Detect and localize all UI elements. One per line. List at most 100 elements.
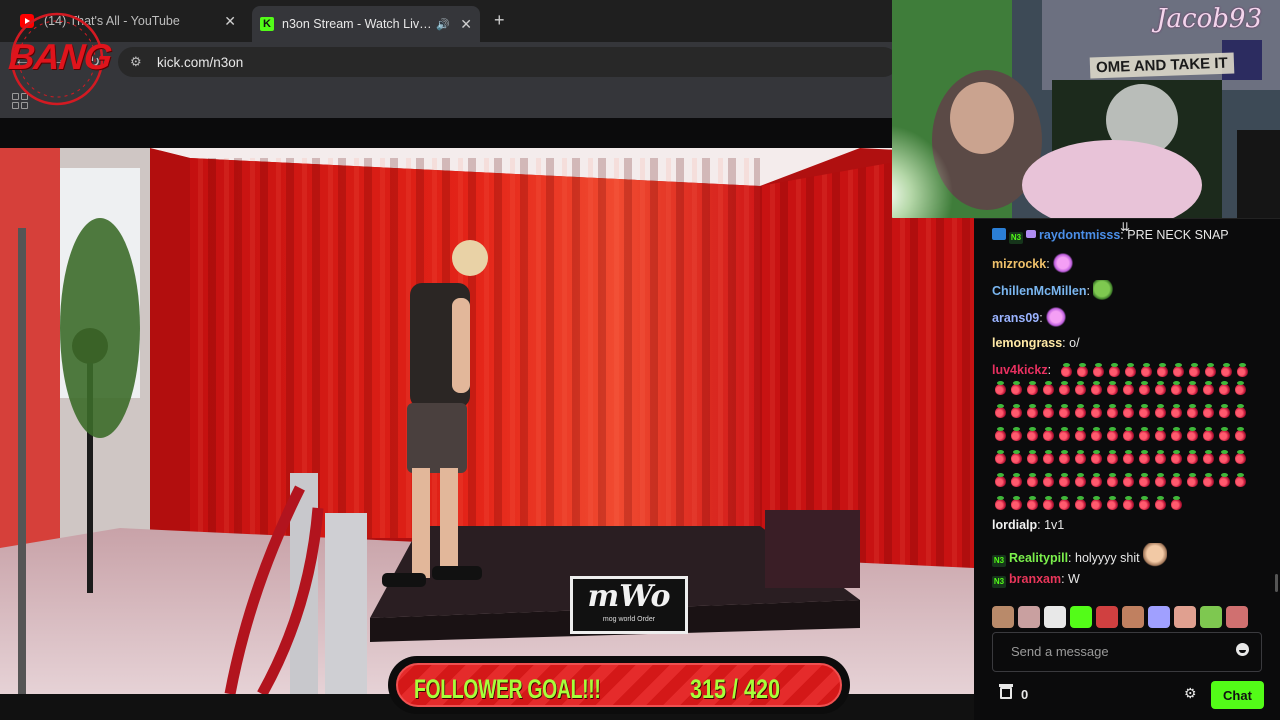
new-tab-icon[interactable]: + bbox=[494, 10, 505, 31]
strawberry-emote-icon bbox=[1219, 473, 1230, 487]
quick-emote-icon[interactable] bbox=[1096, 606, 1118, 628]
video-player[interactable]: mWo mog world Order bbox=[0, 148, 974, 694]
close-icon[interactable]: ✕ bbox=[460, 16, 472, 33]
strawberry-emote-icon bbox=[1011, 427, 1022, 441]
face-emote-icon bbox=[1142, 543, 1167, 567]
strawberry-emote-icon bbox=[995, 450, 1006, 464]
chat-scrollbar[interactable] bbox=[1275, 574, 1278, 592]
browser-tab-bar: (14) That's All - YouTube ✕ K n3on Strea… bbox=[0, 0, 892, 42]
bookmarks-bar bbox=[0, 82, 892, 118]
quick-emote-icon[interactable] bbox=[1122, 606, 1144, 628]
strawberry-emote-icon bbox=[1205, 363, 1216, 377]
chat-message: N3 raydontmisss: PRE NECK SNAP bbox=[992, 226, 1274, 244]
chat-username[interactable]: ChillenMcMillen bbox=[992, 284, 1086, 298]
strawberry-emote-icon bbox=[1125, 363, 1136, 377]
chat-message: lemongrass: o/ bbox=[992, 334, 1274, 352]
strawberry-emote-grid bbox=[992, 363, 1254, 519]
strawberry-emote-icon bbox=[1203, 473, 1214, 487]
bang-logo: BANG bbox=[4, 10, 113, 108]
strawberry-emote-icon bbox=[1123, 427, 1134, 441]
tab-title: n3on Stream - Watch Live on Kick bbox=[282, 17, 436, 31]
chat-message: N3 Realitypill: holyyyy shit bbox=[992, 543, 1274, 567]
close-icon[interactable]: ✕ bbox=[224, 13, 236, 30]
strawberry-emote-icon bbox=[1141, 363, 1152, 377]
strawberry-emote-icon bbox=[1061, 363, 1072, 377]
strawberry-emote-icon bbox=[1203, 381, 1214, 395]
chat-username[interactable]: branxam bbox=[1009, 572, 1061, 586]
chat-username[interactable]: lordialp bbox=[992, 518, 1037, 532]
strawberry-emote-icon bbox=[1219, 427, 1230, 441]
chat-message: mizrockk: bbox=[992, 253, 1274, 273]
strawberry-emote-icon bbox=[1027, 473, 1038, 487]
strawberry-emote-icon bbox=[1011, 496, 1022, 510]
strawberry-emote-icon bbox=[1155, 381, 1166, 395]
strawberry-emote-icon bbox=[1187, 381, 1198, 395]
strawberry-emote-icon bbox=[1155, 450, 1166, 464]
strawberry-emote-icon bbox=[995, 404, 1006, 418]
emoji-icon[interactable] bbox=[1236, 643, 1249, 656]
strawberry-emote-icon bbox=[1187, 473, 1198, 487]
strawberry-emote-icon bbox=[1107, 496, 1118, 510]
strawberry-emote-icon bbox=[1043, 496, 1054, 510]
gift-icon[interactable] bbox=[999, 684, 1013, 699]
strawberry-emote-icon bbox=[1091, 450, 1102, 464]
speaker-icon[interactable]: 🔊 bbox=[436, 18, 450, 31]
strawberry-emote-icon bbox=[1027, 450, 1038, 464]
tab-kick[interactable]: K n3on Stream - Watch Live on Kick 🔊 ✕ bbox=[252, 6, 480, 42]
strawberry-emote-icon bbox=[1171, 450, 1182, 464]
strawberry-emote-icon bbox=[1027, 496, 1038, 510]
follower-goal-bar: FOLLOWER GOAL!!! 315 / 420 bbox=[388, 656, 850, 714]
chat-message-input[interactable] bbox=[993, 633, 1223, 669]
url-text[interactable]: kick.com/n3on bbox=[157, 55, 243, 70]
strawberry-emote-icon bbox=[1139, 473, 1150, 487]
strawberry-emote-icon bbox=[1221, 363, 1232, 377]
strawberry-emote-icon bbox=[1043, 473, 1054, 487]
strawberry-emote-icon bbox=[1171, 404, 1182, 418]
chat-username[interactable]: raydontmisss bbox=[1039, 228, 1120, 242]
strawberry-emote-icon bbox=[1027, 381, 1038, 395]
strawberry-emote-icon bbox=[1043, 427, 1054, 441]
streamer-name-overlay: Jacob93 bbox=[1156, 4, 1262, 34]
gear-icon[interactable]: ⚙ bbox=[1184, 685, 1197, 702]
page-header-strip bbox=[0, 118, 974, 148]
stream-scene bbox=[0, 148, 974, 694]
quick-emote-icon[interactable] bbox=[992, 606, 1014, 628]
strawberry-emote-icon bbox=[1093, 363, 1104, 377]
strawberry-emote-icon bbox=[1059, 427, 1070, 441]
quick-emote-icon[interactable] bbox=[1174, 606, 1196, 628]
strawberry-emote-icon bbox=[1235, 473, 1246, 487]
quick-emote-icon[interactable] bbox=[1148, 606, 1170, 628]
n3-badge-icon: N3 bbox=[992, 555, 1006, 567]
strawberry-emote-icon bbox=[1219, 381, 1230, 395]
quick-emote-icon[interactable] bbox=[1044, 606, 1066, 628]
purple-badge-icon bbox=[1026, 230, 1036, 238]
chat-input-box[interactable] bbox=[992, 632, 1262, 672]
strawberry-emote-icon bbox=[1187, 427, 1198, 441]
strawberry-emote-icon bbox=[1123, 404, 1134, 418]
chat-message: lordialp: 1v1 bbox=[992, 516, 1274, 534]
chat-username[interactable]: lemongrass bbox=[992, 336, 1062, 350]
strawberry-emote-icon bbox=[1203, 404, 1214, 418]
quick-emote-icon[interactable] bbox=[1070, 606, 1092, 628]
chat-message: N3 branxam: W bbox=[992, 570, 1274, 588]
chat-text: : holyyyy shit bbox=[1068, 551, 1140, 565]
strawberry-emote-icon bbox=[1171, 473, 1182, 487]
address-bar[interactable]: ⚙ kick.com/n3on bbox=[118, 47, 898, 77]
strawberry-emote-icon bbox=[1059, 473, 1070, 487]
chat-text: : 1v1 bbox=[1037, 518, 1065, 532]
chat-send-button[interactable]: Chat bbox=[1211, 681, 1264, 709]
chat-text: : bbox=[1039, 311, 1043, 325]
chat-username[interactable]: arans09 bbox=[992, 311, 1039, 325]
strawberry-emote-icon bbox=[1139, 450, 1150, 464]
quick-emote-icon[interactable] bbox=[1200, 606, 1222, 628]
quick-emote-icon[interactable] bbox=[1018, 606, 1040, 628]
quick-emote-icon[interactable] bbox=[1226, 606, 1248, 628]
chat-divider bbox=[974, 218, 1280, 219]
chat-username[interactable]: Realitypill bbox=[1009, 551, 1068, 565]
strawberry-emote-icon bbox=[1043, 381, 1054, 395]
strawberry-emote-icon bbox=[1157, 363, 1168, 377]
chat-text: : bbox=[1046, 257, 1050, 271]
chat-username[interactable]: mizrockk bbox=[992, 257, 1046, 271]
strawberry-emote-icon bbox=[1091, 404, 1102, 418]
site-info-icon[interactable]: ⚙ bbox=[130, 54, 142, 70]
